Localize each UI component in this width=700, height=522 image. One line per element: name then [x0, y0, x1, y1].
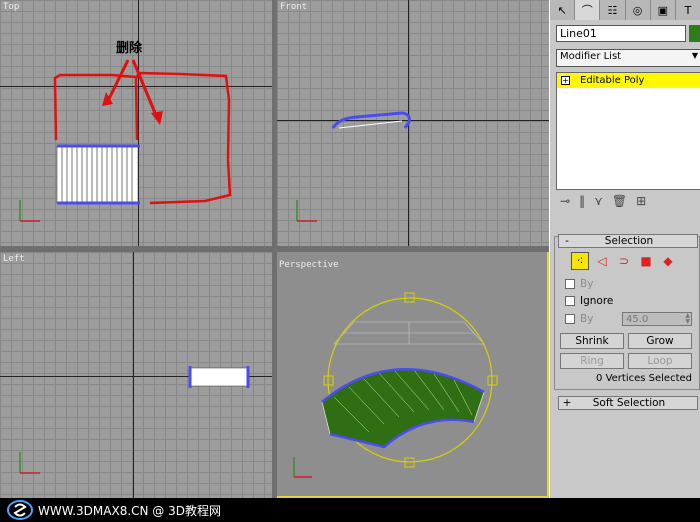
vertex-level-icon[interactable]: ⁖: [571, 252, 589, 270]
grow-button[interactable]: Grow: [628, 333, 692, 349]
stack-item-editable-poly[interactable]: + Editable Poly: [557, 73, 700, 88]
viewport-front[interactable]: Front: [277, 0, 549, 246]
collapse-minus-icon: -: [565, 235, 569, 247]
footer-text: WWW.3DMAX8.CN @ 3D教程网: [38, 503, 222, 518]
checkbox-box: [565, 296, 575, 306]
viewport-perspective[interactable]: Perspective: [272, 250, 549, 498]
delete-annotation: 删除: [116, 41, 143, 56]
modify-tab-arc-icon[interactable]: ⌒: [575, 0, 601, 20]
make-unique-icon[interactable]: ⋎: [594, 194, 603, 208]
angle-value: 45.0: [626, 313, 649, 325]
shrink-button[interactable]: Shrink: [560, 333, 624, 349]
object-color-swatch[interactable]: [689, 25, 700, 42]
polygon-level-icon[interactable]: ■: [637, 252, 655, 270]
selection-status: 0 Vertices Selected: [596, 373, 692, 384]
loop-button[interactable]: Loop: [628, 353, 692, 369]
by-angle-checkbox[interactable]: By: [565, 313, 593, 325]
delete-mark-right: [134, 71, 232, 205]
ignore-backfacing-checkbox[interactable]: Ignore: [565, 295, 613, 307]
configure-sets-icon[interactable]: ⊞: [636, 194, 646, 208]
front-view-drawing: [296, 111, 411, 222]
left-view-drawing: [19, 366, 250, 474]
ribbed-object: [56, 145, 139, 204]
ignore-label: Ignore: [580, 295, 614, 307]
viewport-separator-horizontal: [0, 246, 549, 252]
edge-level-icon[interactable]: ◁: [593, 252, 611, 270]
utilities-hammer-icon[interactable]: T: [676, 0, 700, 20]
site-logo-icon: [7, 500, 33, 520]
stack-item-label: Editable Poly: [580, 75, 645, 86]
motion-tab-icon[interactable]: ◎: [626, 0, 651, 20]
create-tab-arrow-cursor-icon[interactable]: ↖: [550, 0, 576, 20]
display-tab-icon[interactable]: ▣: [651, 0, 676, 20]
ring-button[interactable]: Ring: [560, 353, 624, 369]
modifier-list-label: Modifier List: [560, 51, 622, 62]
checkbox-box: [565, 314, 575, 324]
by-vertex-checkbox[interactable]: By: [565, 278, 593, 290]
perspective-view-drawing: [293, 292, 498, 478]
footer-bar: WWW.3DMAX8.CN @ 3D教程网: [0, 498, 700, 522]
show-end-result-icon[interactable]: ‖: [579, 194, 585, 208]
viewport-top[interactable]: Top 删除: [0, 0, 272, 246]
element-level-icon[interactable]: ◆: [659, 252, 677, 270]
soft-selection-title: Soft Selection: [592, 397, 666, 409]
angle-spinner[interactable]: 45.0 ▲ ▼: [622, 312, 692, 326]
hierarchy-tab-icon[interactable]: ☷: [600, 0, 626, 20]
delete-mark-left: [53, 73, 139, 141]
remove-modifier-icon[interactable]: 🗑: [612, 194, 627, 208]
modifier-list-dropdown[interactable]: Modifier List ▼: [556, 49, 700, 67]
object-name-field[interactable]: Line01: [556, 25, 686, 42]
stack-tools: ⊸ ‖ ⋎ 🗑 ⊞: [556, 192, 700, 210]
selection-title: Selection: [604, 235, 654, 247]
checkbox-box: [565, 279, 575, 289]
expand-plus-icon[interactable]: +: [561, 76, 570, 85]
by-angle-label: By: [580, 313, 594, 325]
subobject-level-icons: ⁖ ◁ ⊃ ■ ◆: [571, 252, 677, 270]
chevron-down-icon: ▼: [691, 51, 698, 60]
command-panel-tabs: ↖ ⌒ ☷ ◎ ▣ T: [550, 0, 700, 20]
pin-stack-icon[interactable]: ⊸: [560, 194, 570, 208]
by-vertex-label: By: [580, 278, 594, 290]
modifier-stack: + Editable Poly: [556, 72, 700, 190]
viewport-left[interactable]: Left: [0, 252, 272, 498]
spinner-arrows-icon[interactable]: ▲ ▼: [685, 313, 690, 325]
selection-rollout-header[interactable]: - Selection: [558, 234, 698, 248]
soft-selection-rollout-header[interactable]: + Soft Selection: [558, 396, 698, 410]
expand-plus-icon: +: [562, 397, 572, 409]
border-level-icon[interactable]: ⊃: [615, 252, 633, 270]
